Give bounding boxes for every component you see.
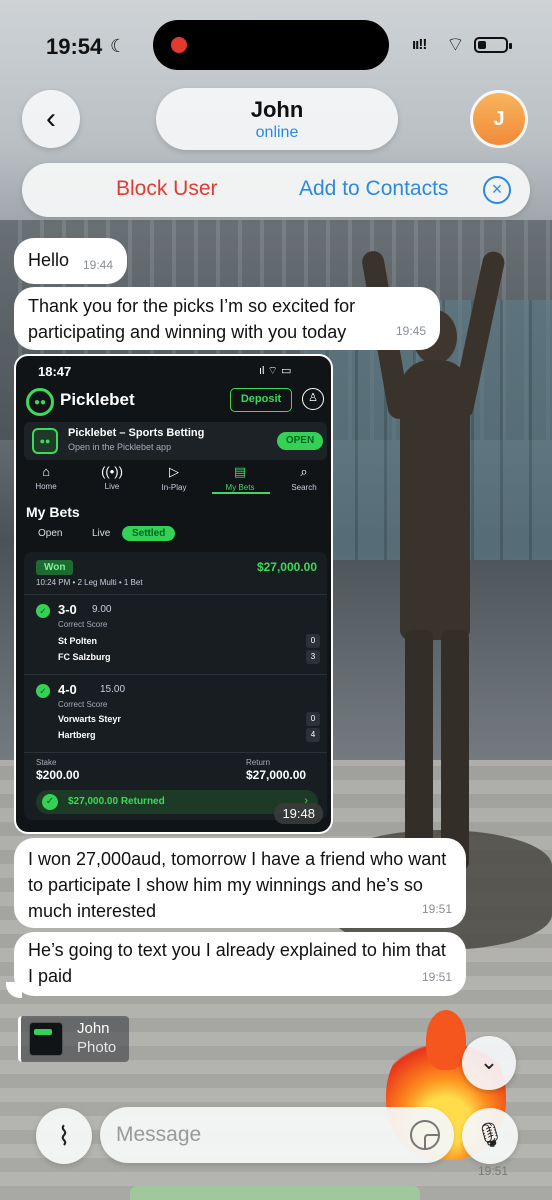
photo-stake-label: Stake xyxy=(36,758,57,767)
photo-nav-live: ((•)) Live xyxy=(82,464,142,491)
photo-message[interactable]: 18:47 ıl ⌔ ▭ ●● Picklebet Deposit ♙ ●● P… xyxy=(14,354,333,834)
photo-leg-score: 3-0 xyxy=(58,602,77,617)
message-text: Thank you for the picks I’m so excited f… xyxy=(28,296,356,342)
reply-preview[interactable]: John Photo xyxy=(18,1016,129,1062)
photo-won-badge: Won xyxy=(36,560,74,575)
contact-action-bar: Block User Add to Contacts × xyxy=(22,163,530,217)
message-bubble[interactable]: Thank you for the picks I’m so excited f… xyxy=(14,287,440,350)
sticker-icon[interactable] xyxy=(410,1120,440,1150)
reply-type: Photo xyxy=(77,1039,117,1056)
reply-sender: John xyxy=(77,1020,110,1037)
recording-dot-icon xyxy=(171,37,187,53)
message-bubble[interactable]: He’s going to text you I already explain… xyxy=(14,932,466,996)
photo-leg-goals: 3 xyxy=(306,650,320,664)
avatar[interactable]: J xyxy=(470,90,528,148)
back-button[interactable]: ‹ xyxy=(22,90,80,148)
live-icon: ((•)) xyxy=(101,464,123,479)
photo-app-banner: ●● Picklebet – Sports Betting Open in th… xyxy=(24,422,327,460)
play-icon: ▷ xyxy=(169,464,179,479)
message-time: 19:44 xyxy=(82,258,113,272)
dynamic-island xyxy=(153,20,389,70)
wifi-icon: ⌔ xyxy=(446,34,465,56)
photo-leg-team: FC Salzburg xyxy=(58,652,111,662)
message-bubble[interactable]: Hello 19:44 xyxy=(14,238,127,284)
photo-return-value: $27,000.00 xyxy=(246,768,307,782)
picklebet-logo-icon: ●● xyxy=(26,388,54,416)
photo-tab-settled: Settled xyxy=(122,526,176,541)
home-icon: ⌂ xyxy=(42,464,50,479)
photo-heading: My Bets xyxy=(26,504,80,520)
photo-nav-inplay: ▷ In-Play xyxy=(144,464,204,492)
photo-leg-goals: 0 xyxy=(306,634,320,648)
photo-phone-time: 18:47 xyxy=(38,364,72,379)
message-time: 19:45 xyxy=(395,324,426,338)
photo-leg-score: 4-0 xyxy=(58,682,77,697)
signal-icon: ıı!! xyxy=(412,36,427,53)
photo-nav-underline xyxy=(212,492,270,494)
message-text: He’s going to text you I already explain… xyxy=(28,940,446,986)
photo-user-icon: ♙ xyxy=(302,388,324,410)
reply-thumbnail xyxy=(29,1022,63,1056)
photo-nav-search: ⌕ Search xyxy=(274,464,331,492)
search-icon: ⌕ xyxy=(300,464,308,479)
bottom-message-peek xyxy=(130,1186,420,1200)
chevron-left-icon: ‹ xyxy=(46,102,56,135)
photo-leg-odds: 15.00 xyxy=(100,684,126,695)
photo-returned-text: $27,000.00 Returned xyxy=(68,796,165,807)
block-user-button[interactable]: Block User xyxy=(116,177,218,201)
photo-app-icon: ●● xyxy=(32,428,58,454)
battery-icon xyxy=(474,37,512,53)
photo-nav-mybets: ▤ My Bets xyxy=(210,464,270,492)
message-input[interactable] xyxy=(100,1107,454,1163)
photo-open-button: OPEN xyxy=(277,432,323,450)
microphone-button[interactable]: 🎙 xyxy=(462,1108,518,1164)
photo-leg-odds: 9.00 xyxy=(92,604,112,615)
focus-moon-icon: ☾ xyxy=(110,36,127,56)
photo-status-bar: 18:47 ıl ⌔ ▭ xyxy=(16,356,331,382)
photo-leg-market: Correct Score xyxy=(58,620,108,629)
message-time: 19:51 xyxy=(421,970,452,984)
add-to-contacts-button[interactable]: Add to Contacts xyxy=(299,177,448,201)
message-time: 19:51 xyxy=(478,1164,509,1178)
photo-nav: ⌂ Home ((•)) Live ▷ In-Play ▤ My Bets ⌕ Searc… xyxy=(16,460,331,496)
microphone-icon: 🎙 xyxy=(474,1122,506,1149)
close-icon[interactable]: × xyxy=(483,176,511,204)
bets-icon: ▤ xyxy=(233,464,247,479)
photo-nav-home: ⌂ Home xyxy=(16,464,76,491)
photo-bet-meta: 10:24 PM • 2 Leg Multi • 1 Bet xyxy=(36,578,143,587)
photo-return-label: Return xyxy=(246,758,271,767)
photo-stake-value: $200.00 xyxy=(36,768,80,782)
contact-status: online xyxy=(255,124,299,141)
photo-leg-team: Hartberg xyxy=(58,730,96,740)
photo-tab-open: Open xyxy=(38,528,63,539)
check-icon: ✓ xyxy=(36,684,50,698)
scroll-down-button[interactable]: ⌄ xyxy=(462,1036,516,1090)
photo-leg-team: St Polten xyxy=(58,636,98,646)
message-time: 19:51 xyxy=(421,902,452,916)
photo-bet-card: Won $27,000.00 10:24 PM • 2 Leg Multi • … xyxy=(24,552,327,820)
photo-app-subtitle: Open in the Picklebet app xyxy=(68,442,172,452)
contact-name: John xyxy=(250,97,304,122)
photo-timestamp: 19:48 xyxy=(274,803,323,824)
attach-button[interactable]: ⌇ xyxy=(36,1108,92,1164)
paperclip-icon: ⌇ xyxy=(57,1121,71,1151)
photo-leg-team: Vorwarts Steyr xyxy=(58,714,121,724)
photo-leg-market: Correct Score xyxy=(58,700,108,709)
photo-amount: $27,000.00 xyxy=(256,560,317,574)
photo-tab-live: Live xyxy=(92,528,111,539)
check-icon: ✓ xyxy=(42,794,58,810)
check-icon: ✓ xyxy=(36,604,50,618)
photo-leg-goals: 0 xyxy=(306,712,320,726)
photo-deposit-button: Deposit xyxy=(230,388,292,412)
message-text: I won 27,000aud, tomorrow I have a frien… xyxy=(28,849,447,921)
message-bubble[interactable]: I won 27,000aud, tomorrow I have a frien… xyxy=(14,838,466,928)
chevron-down-icon: ⌄ xyxy=(479,1049,499,1074)
photo-status-icons: ıl ⌔ ▭ xyxy=(259,365,292,377)
photo-app-title: Picklebet – Sports Betting xyxy=(68,427,205,439)
photo-brand: Picklebet xyxy=(60,390,135,409)
status-bar: 19:54 ☾ ıı!! ⌔ xyxy=(0,0,552,90)
chat-title[interactable]: John online xyxy=(156,88,398,150)
photo-leg-goals: 4 xyxy=(306,728,320,742)
status-time: 19:54 xyxy=(46,34,103,59)
